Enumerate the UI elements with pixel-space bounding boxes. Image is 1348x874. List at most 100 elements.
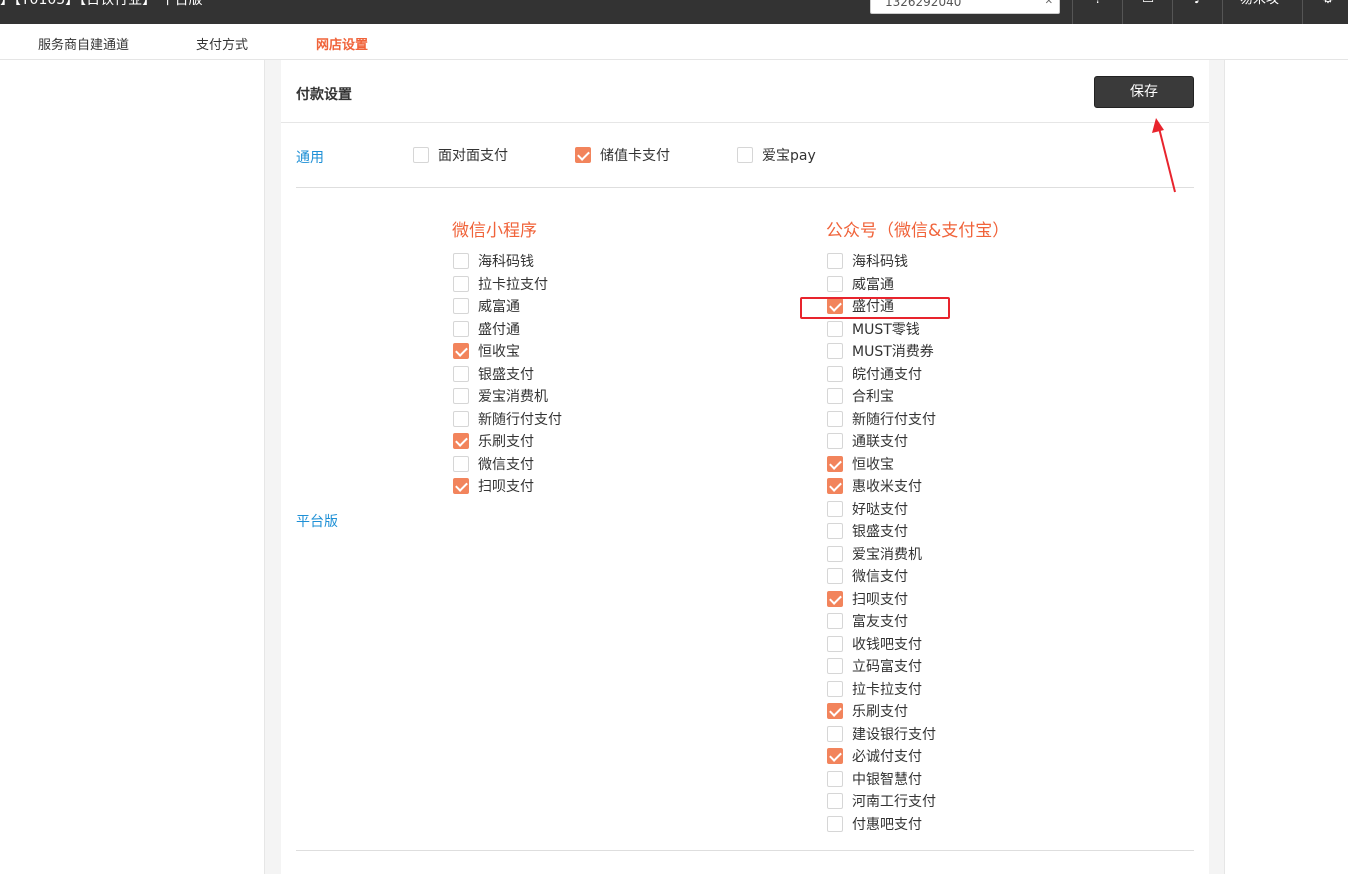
document-icon[interactable]: ▭ bbox=[1140, 0, 1156, 8]
checkbox-icon[interactable] bbox=[737, 147, 753, 163]
checkbox-icon[interactable] bbox=[827, 680, 843, 697]
checkbox-label: 建设银行支付 bbox=[852, 726, 936, 743]
checkbox-icon[interactable] bbox=[827, 275, 843, 292]
checkbox-icon[interactable] bbox=[827, 343, 843, 359]
divider bbox=[1072, 0, 1073, 24]
checkbox-icon[interactable] bbox=[827, 545, 843, 562]
save-button[interactable]: 保存 bbox=[1094, 76, 1194, 108]
official-account-checkbox[interactable]: MUST零钱 bbox=[827, 320, 920, 338]
mini-program-checkbox[interactable]: 海科码钱 bbox=[453, 252, 534, 270]
checkbox-icon[interactable] bbox=[827, 365, 843, 382]
mini-program-checkbox[interactable]: 扫呗支付 bbox=[453, 477, 534, 495]
official-account-checkbox[interactable]: 中银智慧付 bbox=[827, 770, 922, 788]
general-option-checkbox[interactable]: 储值卡支付 bbox=[575, 146, 670, 164]
checkbox-label: 合利宝 bbox=[852, 389, 894, 405]
official-account-checkbox[interactable]: 立码富支付 bbox=[827, 657, 922, 675]
payment-settings-card: 付款设置 保存 通用 面对面支付 储值卡支付 爱宝pay 微信小程序 公众号（微信&… bbox=[281, 60, 1209, 874]
checkbox-icon[interactable] bbox=[827, 748, 843, 764]
checkbox-icon[interactable] bbox=[413, 147, 429, 163]
help-icon[interactable]: ? bbox=[1090, 0, 1106, 8]
checkbox-icon[interactable] bbox=[453, 478, 469, 494]
mini-program-checkbox[interactable]: 威富通 bbox=[453, 297, 520, 315]
official-account-checkbox[interactable]: 恒收宝 bbox=[827, 455, 894, 473]
checkbox-icon[interactable] bbox=[453, 365, 469, 382]
official-account-checkbox[interactable]: 海科码钱 bbox=[827, 252, 908, 270]
checkbox-icon[interactable] bbox=[827, 253, 843, 269]
checkbox-icon[interactable] bbox=[827, 635, 843, 652]
checkbox-icon[interactable] bbox=[827, 793, 843, 809]
checkbox-icon[interactable] bbox=[453, 388, 469, 404]
mini-program-checkbox[interactable]: 拉卡拉支付 bbox=[453, 275, 548, 293]
official-account-checkbox[interactable]: 盛付通 bbox=[827, 297, 894, 315]
official-account-checkbox[interactable]: 合利宝 bbox=[827, 387, 894, 405]
mini-program-checkbox[interactable]: 微信支付 bbox=[453, 455, 534, 473]
checkbox-icon[interactable] bbox=[575, 147, 591, 163]
checkbox-icon[interactable] bbox=[827, 410, 843, 427]
mini-program-checkbox[interactable]: 乐刷支付 bbox=[453, 432, 534, 450]
checkbox-label: 河南工行支付 bbox=[852, 794, 936, 810]
general-option-checkbox[interactable]: 爱宝pay bbox=[737, 146, 816, 164]
checkbox-icon[interactable] bbox=[827, 815, 843, 832]
official-account-checkbox[interactable]: 扫呗支付 bbox=[827, 590, 908, 608]
general-option-checkbox[interactable]: 面对面支付 bbox=[413, 146, 508, 164]
official-account-checkbox[interactable]: 河南工行支付 bbox=[827, 792, 936, 810]
user-name[interactable]: 易米攻 bbox=[1240, 0, 1279, 8]
top-bar: 】【T0105】【日铁行业】 平台版 1326292040 ✕ ? ▭ ♪ 易米… bbox=[0, 0, 1348, 24]
tab-store-settings[interactable]: 网店设置 bbox=[316, 34, 368, 53]
official-account-checkbox[interactable]: 威富通 bbox=[827, 275, 894, 293]
checkbox-icon[interactable] bbox=[827, 523, 843, 539]
checkbox-icon[interactable] bbox=[453, 298, 469, 314]
checkbox-icon[interactable] bbox=[827, 590, 843, 607]
official-account-checkbox[interactable]: 爱宝消费机 bbox=[827, 545, 922, 563]
checkbox-icon[interactable] bbox=[453, 253, 469, 269]
checkbox-icon[interactable] bbox=[453, 343, 469, 359]
checkbox-icon[interactable] bbox=[827, 320, 843, 337]
official-account-checkbox[interactable]: 富友支付 bbox=[827, 612, 908, 630]
tab-payment-method[interactable]: 支付方式 bbox=[196, 34, 248, 53]
tab-self-built-channel[interactable]: 服务商自建通道 bbox=[38, 34, 129, 53]
checkbox-icon[interactable] bbox=[827, 298, 843, 314]
checkbox-icon[interactable] bbox=[827, 770, 843, 787]
checkbox-icon[interactable] bbox=[827, 703, 843, 719]
checkbox-icon[interactable] bbox=[827, 388, 843, 404]
official-account-checkbox[interactable]: 银盛支付 bbox=[827, 522, 908, 540]
checkbox-icon[interactable] bbox=[453, 455, 469, 472]
mini-program-checkbox[interactable]: 恒收宝 bbox=[453, 342, 520, 360]
official-account-checkbox[interactable]: 建设银行支付 bbox=[827, 725, 936, 743]
checkbox-icon[interactable] bbox=[453, 433, 469, 449]
official-account-checkbox[interactable]: 必诚付支付 bbox=[827, 747, 922, 765]
checkbox-icon[interactable] bbox=[827, 478, 843, 494]
checkbox-label: 新随行付支付 bbox=[852, 411, 936, 428]
official-account-checkbox[interactable]: 新随行付支付 bbox=[827, 410, 936, 428]
official-account-checkbox[interactable]: MUST消费券 bbox=[827, 342, 934, 360]
checkbox-icon[interactable] bbox=[453, 320, 469, 337]
store-search-input[interactable]: 1326292040 ✕ bbox=[870, 0, 1060, 14]
official-account-checkbox[interactable]: 通联支付 bbox=[827, 432, 908, 450]
bell-icon[interactable]: ♪ bbox=[1190, 0, 1206, 8]
official-account-checkbox[interactable]: 皖付通支付 bbox=[827, 365, 922, 383]
checkbox-icon[interactable] bbox=[827, 433, 843, 449]
mini-program-checkbox[interactable]: 盛付通 bbox=[453, 320, 520, 338]
checkbox-icon[interactable] bbox=[827, 658, 843, 674]
checkbox-label: 通联支付 bbox=[852, 434, 908, 450]
checkbox-icon[interactable] bbox=[827, 568, 843, 584]
official-account-checkbox[interactable]: 拉卡拉支付 bbox=[827, 680, 922, 698]
official-account-checkbox[interactable]: 乐刷支付 bbox=[827, 702, 908, 720]
mini-program-checkbox[interactable]: 爱宝消费机 bbox=[453, 387, 548, 405]
official-account-checkbox[interactable]: 好哒支付 bbox=[827, 500, 908, 518]
checkbox-icon[interactable] bbox=[453, 410, 469, 427]
gear-icon[interactable]: ⚙ bbox=[1320, 0, 1336, 8]
checkbox-icon[interactable] bbox=[453, 275, 469, 292]
chevron-down-icon[interactable]: ✕ bbox=[1045, 0, 1053, 9]
mini-program-checkbox[interactable]: 新随行付支付 bbox=[453, 410, 562, 428]
official-account-checkbox[interactable]: 收钱吧支付 bbox=[827, 635, 922, 653]
checkbox-icon[interactable] bbox=[827, 500, 843, 517]
checkbox-icon[interactable] bbox=[827, 725, 843, 742]
checkbox-icon[interactable] bbox=[827, 455, 843, 472]
official-account-checkbox[interactable]: 付惠吧支付 bbox=[827, 815, 922, 833]
right-panel bbox=[1224, 60, 1348, 874]
official-account-checkbox[interactable]: 惠收米支付 bbox=[827, 477, 922, 495]
mini-program-checkbox[interactable]: 银盛支付 bbox=[453, 365, 534, 383]
official-account-checkbox[interactable]: 微信支付 bbox=[827, 567, 908, 585]
checkbox-icon[interactable] bbox=[827, 613, 843, 629]
